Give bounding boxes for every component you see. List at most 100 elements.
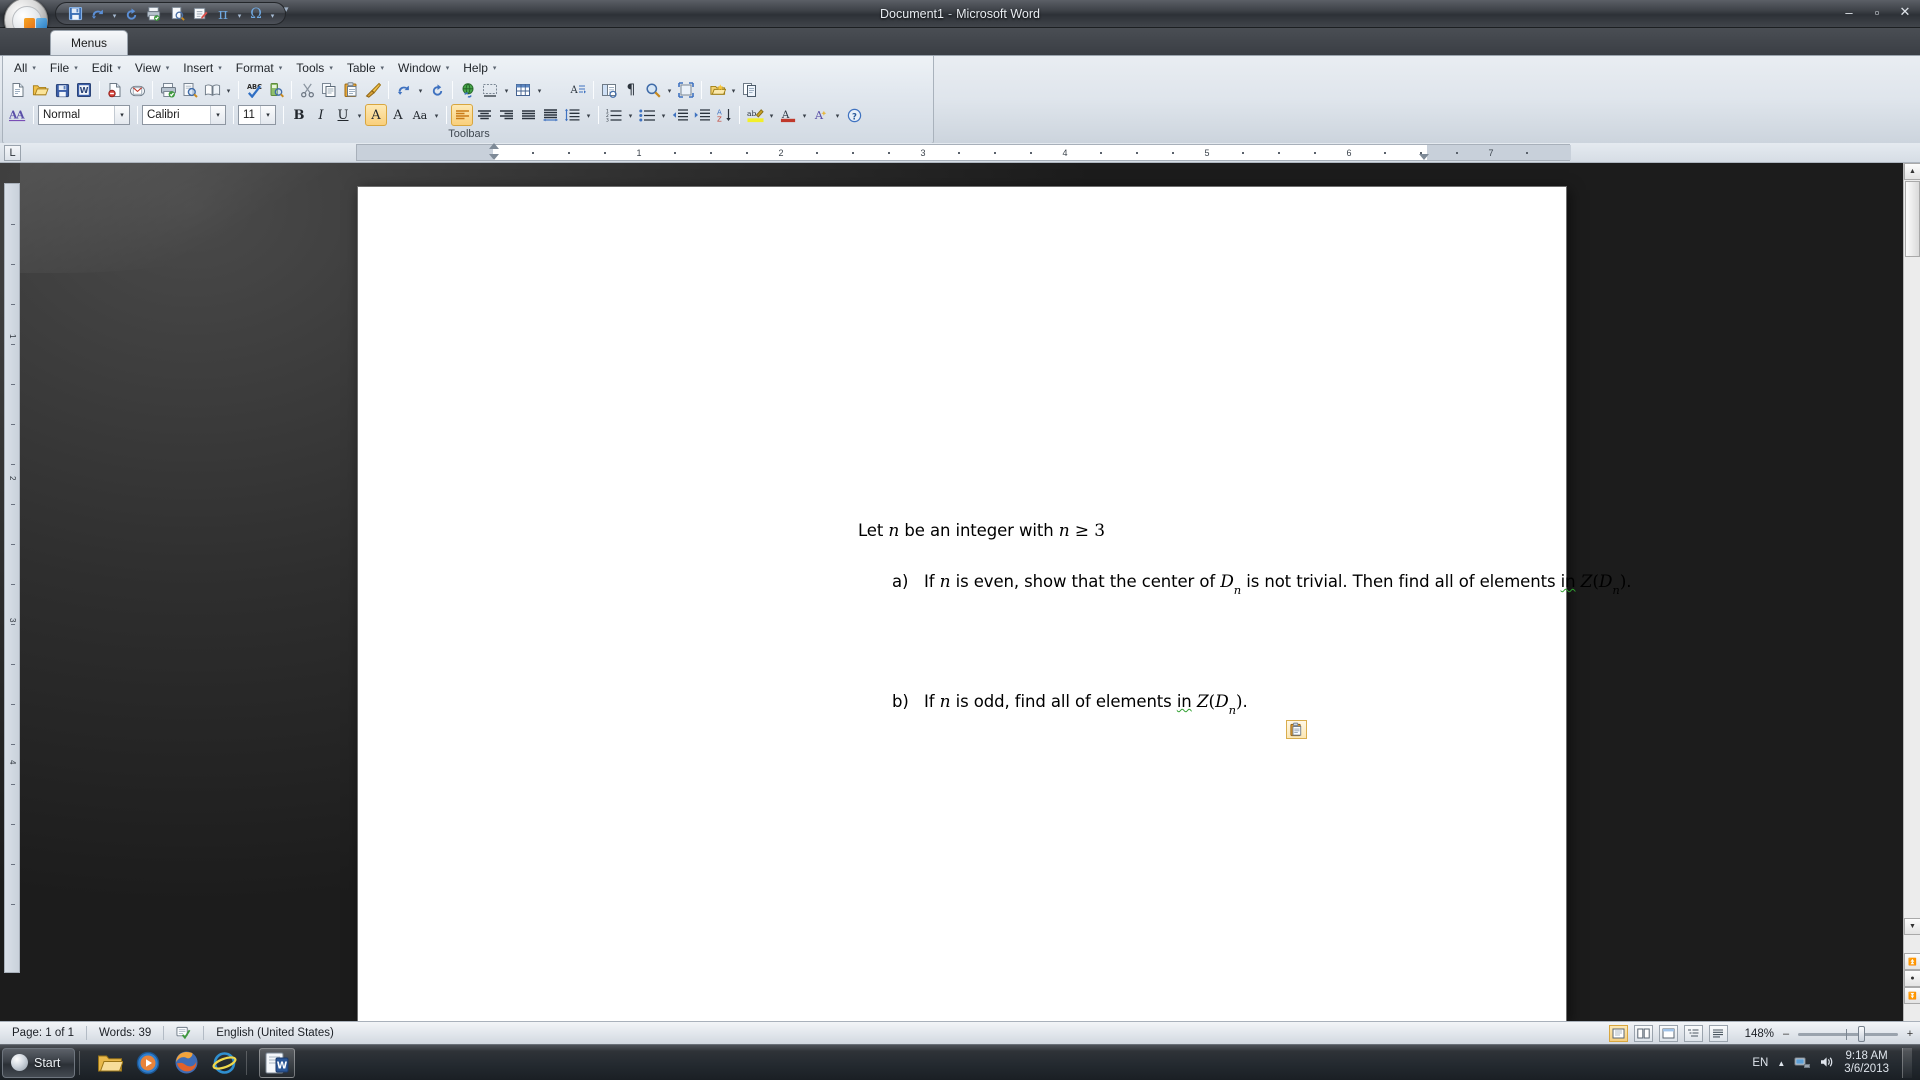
zoom-out-button[interactable]: – — [1780, 1028, 1792, 1040]
line-spacing-button[interactable] — [561, 104, 583, 126]
style-combo[interactable]: Normal ▾ — [38, 105, 130, 125]
font-color-button[interactable]: A — [777, 104, 799, 126]
bullets-dropdown-caret[interactable]: ▾ — [658, 104, 669, 126]
select-browse-object-button[interactable]: ● — [1904, 970, 1920, 987]
open-folder-icon[interactable] — [29, 79, 51, 101]
status-words[interactable]: Words: 39 — [87, 1022, 163, 1045]
numbered-list-button[interactable]: 123 — [603, 104, 625, 126]
align-left-button[interactable] — [451, 104, 473, 126]
font-size-combo[interactable]: 11 ▾ — [238, 105, 276, 125]
line-spacing-dropdown-caret[interactable]: ▾ — [583, 104, 594, 126]
new-comment-dropdown-caret[interactable]: ▾ — [728, 79, 739, 101]
reading-layout-icon[interactable] — [201, 79, 223, 101]
show-formatting-marks-icon[interactable]: ¶ — [620, 79, 642, 101]
horizontal-ruler[interactable]: 1 2 3 4 5 6 7 — [356, 144, 1570, 161]
status-page[interactable]: Page: 1 of 1 — [0, 1022, 86, 1045]
change-case-dropdown-caret[interactable]: ▾ — [431, 104, 442, 126]
reading-layout-dropdown-caret[interactable]: ▾ — [223, 79, 234, 101]
language-indicator[interactable]: EN — [1752, 1057, 1768, 1069]
email-icon[interactable] — [126, 79, 148, 101]
menu-view[interactable]: View▾ — [128, 59, 176, 77]
save-icon[interactable] — [64, 4, 86, 24]
document-page[interactable]: Let n be an integer with n ≥ 3 a)If n is… — [358, 187, 1566, 1021]
menu-edit[interactable]: Edit▾ — [85, 59, 128, 77]
print-preview-icon[interactable] — [179, 79, 201, 101]
paste-options-button[interactable] — [1286, 720, 1307, 739]
styles-and-formatting-icon[interactable]: AA — [7, 104, 29, 126]
new-comment-icon[interactable] — [706, 79, 728, 101]
underline-button[interactable]: U — [332, 104, 354, 126]
media-player-icon[interactable] — [130, 1048, 166, 1078]
tab-stop-selector[interactable]: L — [4, 145, 21, 161]
web-layout-view[interactable] — [1659, 1025, 1678, 1042]
align-center-button[interactable] — [473, 104, 495, 126]
paste-clipboard-icon[interactable] — [340, 79, 362, 101]
menu-format[interactable]: Format▾ — [229, 59, 290, 77]
vertical-ruler[interactable]: 1 2 3 4 — [4, 183, 20, 973]
menu-help[interactable]: Help▾ — [456, 59, 503, 77]
menu-insert[interactable]: Insert▾ — [176, 59, 229, 77]
menu-window[interactable]: Window▾ — [391, 59, 456, 77]
taskbar-word-window[interactable]: W — [259, 1048, 295, 1078]
full-screen-reading-view[interactable] — [1634, 1025, 1653, 1042]
chevron-down-icon[interactable]: ▾ — [210, 106, 225, 124]
text-effects-dropdown-caret[interactable]: ▾ — [832, 104, 843, 126]
symbol-omega-icon[interactable]: Ω — [245, 4, 267, 24]
show-hidden-icons-button[interactable]: ▲ — [1777, 1059, 1785, 1068]
change-case-button[interactable]: Aa — [409, 104, 431, 126]
justify-button[interactable] — [517, 104, 539, 126]
network-icon[interactable] — [1794, 1055, 1810, 1072]
sort-button[interactable]: AZ — [713, 104, 735, 126]
print-icon[interactable] — [157, 79, 179, 101]
zoom-in-button[interactable]: + — [1904, 1028, 1916, 1040]
scrollbar-thumb[interactable] — [1905, 181, 1920, 257]
research-icon[interactable] — [265, 79, 287, 101]
redo-icon[interactable] — [426, 79, 448, 101]
status-language[interactable]: English (United States) — [204, 1022, 346, 1045]
italic-button[interactable]: I — [310, 104, 332, 126]
start-button[interactable]: Start — [2, 1048, 75, 1078]
shrink-font-button[interactable]: A — [387, 104, 409, 126]
close-button[interactable]: ✕ — [1896, 4, 1914, 20]
spelling-grammar-icon[interactable]: ABC — [243, 79, 265, 101]
menu-file[interactable]: File▾ — [43, 59, 85, 77]
increase-indent-button[interactable] — [691, 104, 713, 126]
columns-icon[interactable] — [545, 79, 567, 101]
print-preview-icon[interactable] — [166, 4, 188, 24]
outline-view[interactable] — [1684, 1025, 1703, 1042]
zoom-magnifier-icon[interactable] — [642, 79, 664, 101]
permission-icon[interactable] — [104, 79, 126, 101]
help-button[interactable]: ? — [843, 104, 865, 126]
file-explorer-icon[interactable] — [92, 1048, 128, 1078]
zoom-slider-thumb[interactable] — [1858, 1026, 1865, 1042]
chevron-down-icon[interactable]: ▾ — [114, 106, 129, 124]
draft-view[interactable] — [1709, 1025, 1728, 1042]
bulleted-list-button[interactable] — [636, 104, 658, 126]
internet-explorer-icon[interactable] — [206, 1048, 242, 1078]
volume-icon[interactable] — [1819, 1055, 1835, 1072]
previous-page-button[interactable]: ⏫ — [1904, 953, 1920, 970]
save-as-word-icon[interactable]: W — [73, 79, 95, 101]
undo-dropdown-caret[interactable]: ▾ — [110, 4, 119, 24]
tables-borders-icon[interactable] — [479, 79, 501, 101]
scroll-down-button[interactable]: ▼ — [1904, 918, 1920, 935]
firefox-icon[interactable] — [168, 1048, 204, 1078]
hanging-indent-marker[interactable] — [489, 154, 499, 160]
undo-icon[interactable] — [393, 79, 415, 101]
document-map-icon[interactable] — [598, 79, 620, 101]
text-direction-icon[interactable]: A — [567, 79, 589, 101]
highlight-color-button[interactable]: ab — [744, 104, 766, 126]
numbering-dropdown-caret[interactable]: ▾ — [625, 104, 636, 126]
format-painter-icon[interactable] — [362, 79, 384, 101]
text-effects-button[interactable]: A — [810, 104, 832, 126]
font-name-combo[interactable]: Calibri ▾ — [142, 105, 226, 125]
align-right-button[interactable] — [495, 104, 517, 126]
quick-print-icon[interactable] — [143, 4, 165, 24]
undo-icon[interactable] — [87, 4, 109, 24]
scroll-up-button[interactable]: ▲ — [1904, 163, 1920, 180]
highlight-color-dropdown-caret[interactable]: ▾ — [766, 104, 777, 126]
insert-table-dropdown-caret[interactable]: ▾ — [534, 79, 545, 101]
new-document-icon[interactable] — [7, 79, 29, 101]
equation-dropdown-caret[interactable]: ▾ — [235, 4, 244, 24]
menu-table[interactable]: Table▾ — [340, 59, 391, 77]
